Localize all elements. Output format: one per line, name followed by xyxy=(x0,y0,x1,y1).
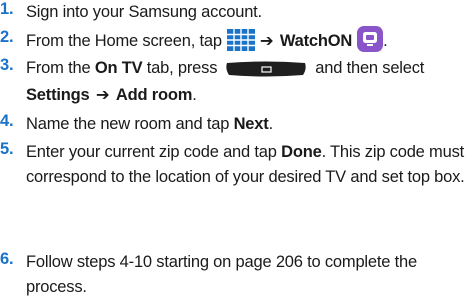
step-number: 1. xyxy=(0,0,14,18)
step-number: 2. xyxy=(0,28,14,46)
step-text: Follow steps 4-10 starting on page 206 t… xyxy=(26,253,417,296)
menu-settings: Settings xyxy=(26,86,90,104)
arrow-icon: ➔ xyxy=(95,85,110,104)
step-text: From the Home screen, tap ➔ WatchON . xyxy=(26,25,388,55)
step-text: From the On TV tab, press and then selec… xyxy=(26,56,424,81)
watchon-icon xyxy=(357,25,384,52)
step-text: Sign into your Samsung account. xyxy=(26,3,262,21)
step-text-end: . xyxy=(192,86,197,104)
app-name: WatchON xyxy=(279,32,353,50)
step-text-pre: Name the new room and tap xyxy=(26,115,230,133)
step-text-pre: Enter your current zip code and tap xyxy=(26,143,277,161)
menu-key-icon xyxy=(225,60,307,77)
tab-name: On TV xyxy=(94,59,143,77)
step-number: 3. xyxy=(0,56,14,74)
step-text-mid: tab, press xyxy=(146,59,218,77)
arrow-icon: ➔ xyxy=(259,31,274,50)
step-text-post: . xyxy=(383,32,388,50)
button-name: Next xyxy=(233,115,269,133)
step-text-pre: From the Home screen, tap xyxy=(26,32,222,50)
step-text: Enter your current zip code and tap Done… xyxy=(26,140,468,190)
step-text-post: and then select xyxy=(315,59,425,77)
step-text-pre: From the xyxy=(26,59,91,77)
step-number: 4. xyxy=(0,112,14,130)
menu-add-room: Add room xyxy=(115,86,193,104)
step-number: 5. xyxy=(0,140,14,158)
button-name: Done xyxy=(281,143,322,161)
step-text-end: . xyxy=(268,115,274,133)
step-text: Name the new room and tap Next. xyxy=(26,112,273,137)
step-number: 6. xyxy=(0,250,14,268)
step-text-continued: Settings ➔ Add room. xyxy=(26,82,197,108)
apps-grid-icon xyxy=(226,28,255,51)
instruction-list: 1. Sign into your Samsung account. 2. Fr… xyxy=(0,0,472,304)
